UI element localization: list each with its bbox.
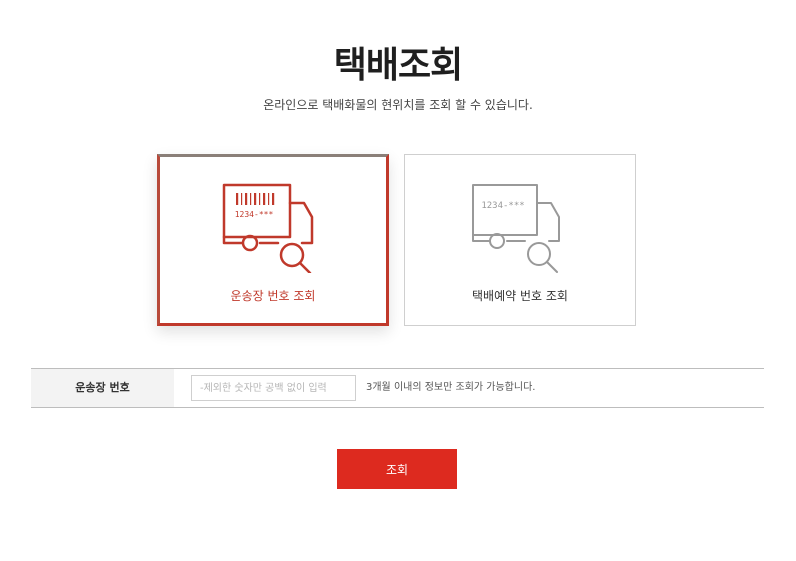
waybill-number-input[interactable] <box>191 375 356 401</box>
truck-number-search-icon: 1234-*** <box>472 184 560 273</box>
page-subtitle: 온라인으로 택배화물의 현위치를 조회 할 수 있습니다. <box>263 98 533 112</box>
page-title: 택배조회 <box>333 45 463 86</box>
option-waybill-label: 운송장 번호 조회 <box>230 289 316 303</box>
option-reservation-label: 택배예약 번호 조회 <box>472 289 568 303</box>
waybill-field-label: 운송장 번호 <box>31 369 174 407</box>
search-button[interactable]: 조회 <box>337 449 457 489</box>
tracking-page: 택배조회 온라인으로 택배화물의 현위치를 조회 할 수 있습니다. 1234-… <box>0 0 796 561</box>
waybill-field-note: 3개월 이내의 정보만 조회가 가능합니다. <box>366 382 536 393</box>
waybill-form-row: 운송장 번호 3개월 이내의 정보만 조회가 가능합니다. <box>31 368 764 408</box>
option-waybill-number[interactable]: 1234-*** 운송장 번호 조회 <box>157 154 389 326</box>
option-reservation-number[interactable]: 1234-*** 택배예약 번호 조회 <box>404 154 636 326</box>
reservation-code-text: 1234-*** <box>481 201 524 211</box>
truck-barcode-search-icon: 1234-*** <box>222 183 314 273</box>
waybill-code-text: 1234-*** <box>235 210 274 219</box>
